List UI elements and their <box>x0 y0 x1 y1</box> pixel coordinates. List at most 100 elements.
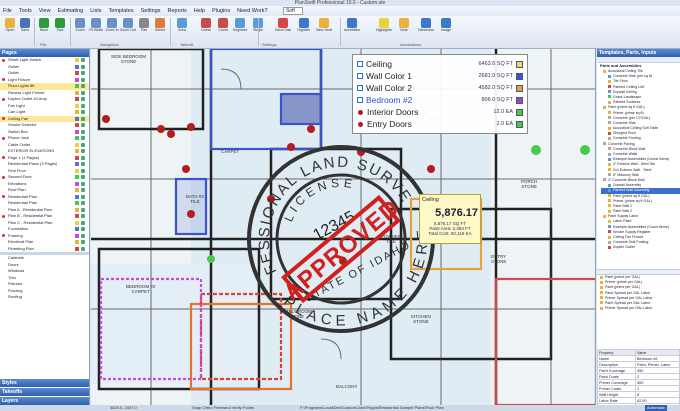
visibility-icon[interactable] <box>81 227 85 231</box>
menu-item-plugins[interactable]: Plugins <box>212 6 230 16</box>
drawing-canvas[interactable]: SIDE BEDROOM STONE BEDROOM #2 CARPET BATH #2… <box>91 49 596 405</box>
send-data-button[interactable]: Send Data <box>275 17 291 39</box>
toolbar-label: Zoom <box>75 28 85 32</box>
checkbox-icon[interactable] <box>357 85 363 91</box>
visibility-icon[interactable] <box>81 97 85 101</box>
visibility-icon[interactable] <box>81 103 85 108</box>
legend-row[interactable]: Wall Color 2 4582.0 SQ FT <box>357 82 523 94</box>
visibility-icon[interactable] <box>81 71 85 75</box>
visibility-icon[interactable] <box>81 168 85 173</box>
visibility-icon[interactable] <box>81 246 85 251</box>
visibility-icon[interactable] <box>81 201 85 205</box>
visibility-icon[interactable] <box>81 214 85 218</box>
left-footer: Styles Takeoffs Layers <box>0 378 89 405</box>
zoom-in-button[interactable]: Zoom In <box>104 17 120 39</box>
legend-row[interactable]: Interior Doors 12.0 EA <box>357 106 523 118</box>
left-footer-layers[interactable]: Layers <box>0 397 89 405</box>
layer-item[interactable]: Roofing <box>0 294 89 301</box>
parts-tree-item[interactable]: Duplex Outlet <box>601 245 680 250</box>
menu-item-help[interactable]: Help <box>194 6 205 16</box>
highlighter-button[interactable]: Highlighter <box>376 17 392 39</box>
visibility-icon[interactable] <box>81 90 85 95</box>
area-button[interactable]: Area <box>174 17 190 39</box>
parts-tree-label: Paint Wall 1 <box>613 203 633 208</box>
linear-button[interactable]: Linear <box>198 17 214 39</box>
highlighter-icon <box>379 18 389 28</box>
visibility-icon[interactable] <box>81 233 85 238</box>
page-tree-label: Switch Box <box>8 128 28 134</box>
visibility-icon[interactable] <box>81 136 85 140</box>
visibility-icon[interactable] <box>81 162 85 166</box>
visibility-icon[interactable] <box>81 116 85 121</box>
status-modes[interactable]: Snap Ortho Freehand Verify Points <box>192 405 254 411</box>
visibility-icon[interactable] <box>81 155 85 160</box>
page-tree-label: Fluor Lights 8ft <box>8 83 35 88</box>
part-icon <box>608 188 611 192</box>
menu-search-input[interactable]: Soft <box>283 7 303 15</box>
checkbox-icon[interactable] <box>357 73 363 79</box>
page-tree-label: Smoke Detector <box>8 122 37 127</box>
part-icon <box>608 194 611 198</box>
save-button[interactable]: Save <box>17 17 33 39</box>
menu-item-settings[interactable]: Settings <box>141 6 161 16</box>
annotations-button[interactable]: Annotations <box>344 17 360 39</box>
page-tree-label: Duplex Outlet 20 Amp <box>8 96 47 101</box>
zoom-out-button[interactable]: Zoom Out <box>120 17 136 39</box>
checkbox-icon[interactable] <box>357 97 363 103</box>
select-button[interactable]: Select <box>152 17 168 39</box>
count-dot-icon <box>358 121 363 127</box>
legend-name: Wall Color 1 <box>366 71 412 81</box>
visibility-icon[interactable] <box>81 123 85 127</box>
left-footer-takeoffs[interactable]: Takeoffs <box>0 388 89 396</box>
fit-width-button[interactable]: Fit Width <box>88 17 104 39</box>
zoom-button[interactable]: Zoom <box>72 17 88 39</box>
segment-button[interactable]: Segment <box>232 17 248 39</box>
visibility-icon[interactable] <box>81 110 85 114</box>
left-panel-header: Pages <box>0 49 89 57</box>
visibility-icon[interactable] <box>81 58 85 62</box>
visibility-icon[interactable] <box>81 181 85 186</box>
page-tree-item[interactable]: Plumbing Plan <box>0 246 89 253</box>
visibility-icon[interactable] <box>81 220 85 225</box>
menu-item-file[interactable]: File <box>3 6 12 16</box>
menu-item-templates[interactable]: Templates <box>109 6 134 16</box>
visibility-icon[interactable] <box>81 84 85 88</box>
legend-row[interactable]: Bedroom #2 806.0 SQ FT <box>357 94 523 106</box>
legend-row[interactable]: Ceiling 6463.6 SQ FT <box>357 58 523 70</box>
checkbox-icon[interactable] <box>357 61 363 67</box>
digitizer-button[interactable]: Digitizer <box>296 17 312 39</box>
count-button[interactable]: Count <box>215 17 231 39</box>
menu-item-estimating[interactable]: Estimating <box>58 6 84 16</box>
lower-list-item[interactable]: Primer Spread per GAL Labor <box>600 306 680 311</box>
dimension-button[interactable]: Dimension <box>418 17 434 39</box>
parts-tree-label: Labor Paint <box>613 219 632 224</box>
part-icon <box>603 69 606 73</box>
visibility-icon[interactable] <box>81 175 85 179</box>
color-swatch <box>75 64 79 69</box>
open-button[interactable]: Open <box>2 17 18 39</box>
visibility-icon[interactable] <box>81 142 85 147</box>
new-section-button[interactable]: New Section <box>316 17 332 39</box>
visibility-icon[interactable] <box>81 188 85 192</box>
legend-row[interactable]: Entry Doors 2.0 EA <box>357 118 523 130</box>
visibility-icon[interactable] <box>81 149 85 153</box>
visibility-icon[interactable] <box>81 64 85 69</box>
menu-item-reports[interactable]: Reports <box>168 6 187 16</box>
visibility-icon[interactable] <box>81 240 85 244</box>
visibility-icon[interactable] <box>81 194 85 199</box>
menu-item-need-work-[interactable]: Need Work? <box>237 6 267 16</box>
note-button[interactable]: Note <box>396 17 412 39</box>
left-footer-styles[interactable]: Styles <box>0 379 89 387</box>
parts-tree-label: Ceiling Fan Fixture <box>613 235 644 239</box>
back-button[interactable]: Back <box>36 17 52 39</box>
menu-item-tools[interactable]: Tools <box>19 6 32 16</box>
fwd-button[interactable]: Fwd <box>52 17 68 39</box>
menu-item-view[interactable]: View <box>39 6 51 16</box>
menu-item-lists[interactable]: Lists <box>90 6 101 16</box>
legend-row[interactable]: Wall Color 1 2681.0 SQ FT <box>357 70 523 82</box>
visibility-icon[interactable] <box>81 207 85 212</box>
visibility-icon[interactable] <box>81 129 85 134</box>
image-button[interactable]: Image <box>438 17 454 39</box>
visibility-icon[interactable] <box>81 77 85 82</box>
pan-button[interactable]: Pan <box>136 17 152 39</box>
